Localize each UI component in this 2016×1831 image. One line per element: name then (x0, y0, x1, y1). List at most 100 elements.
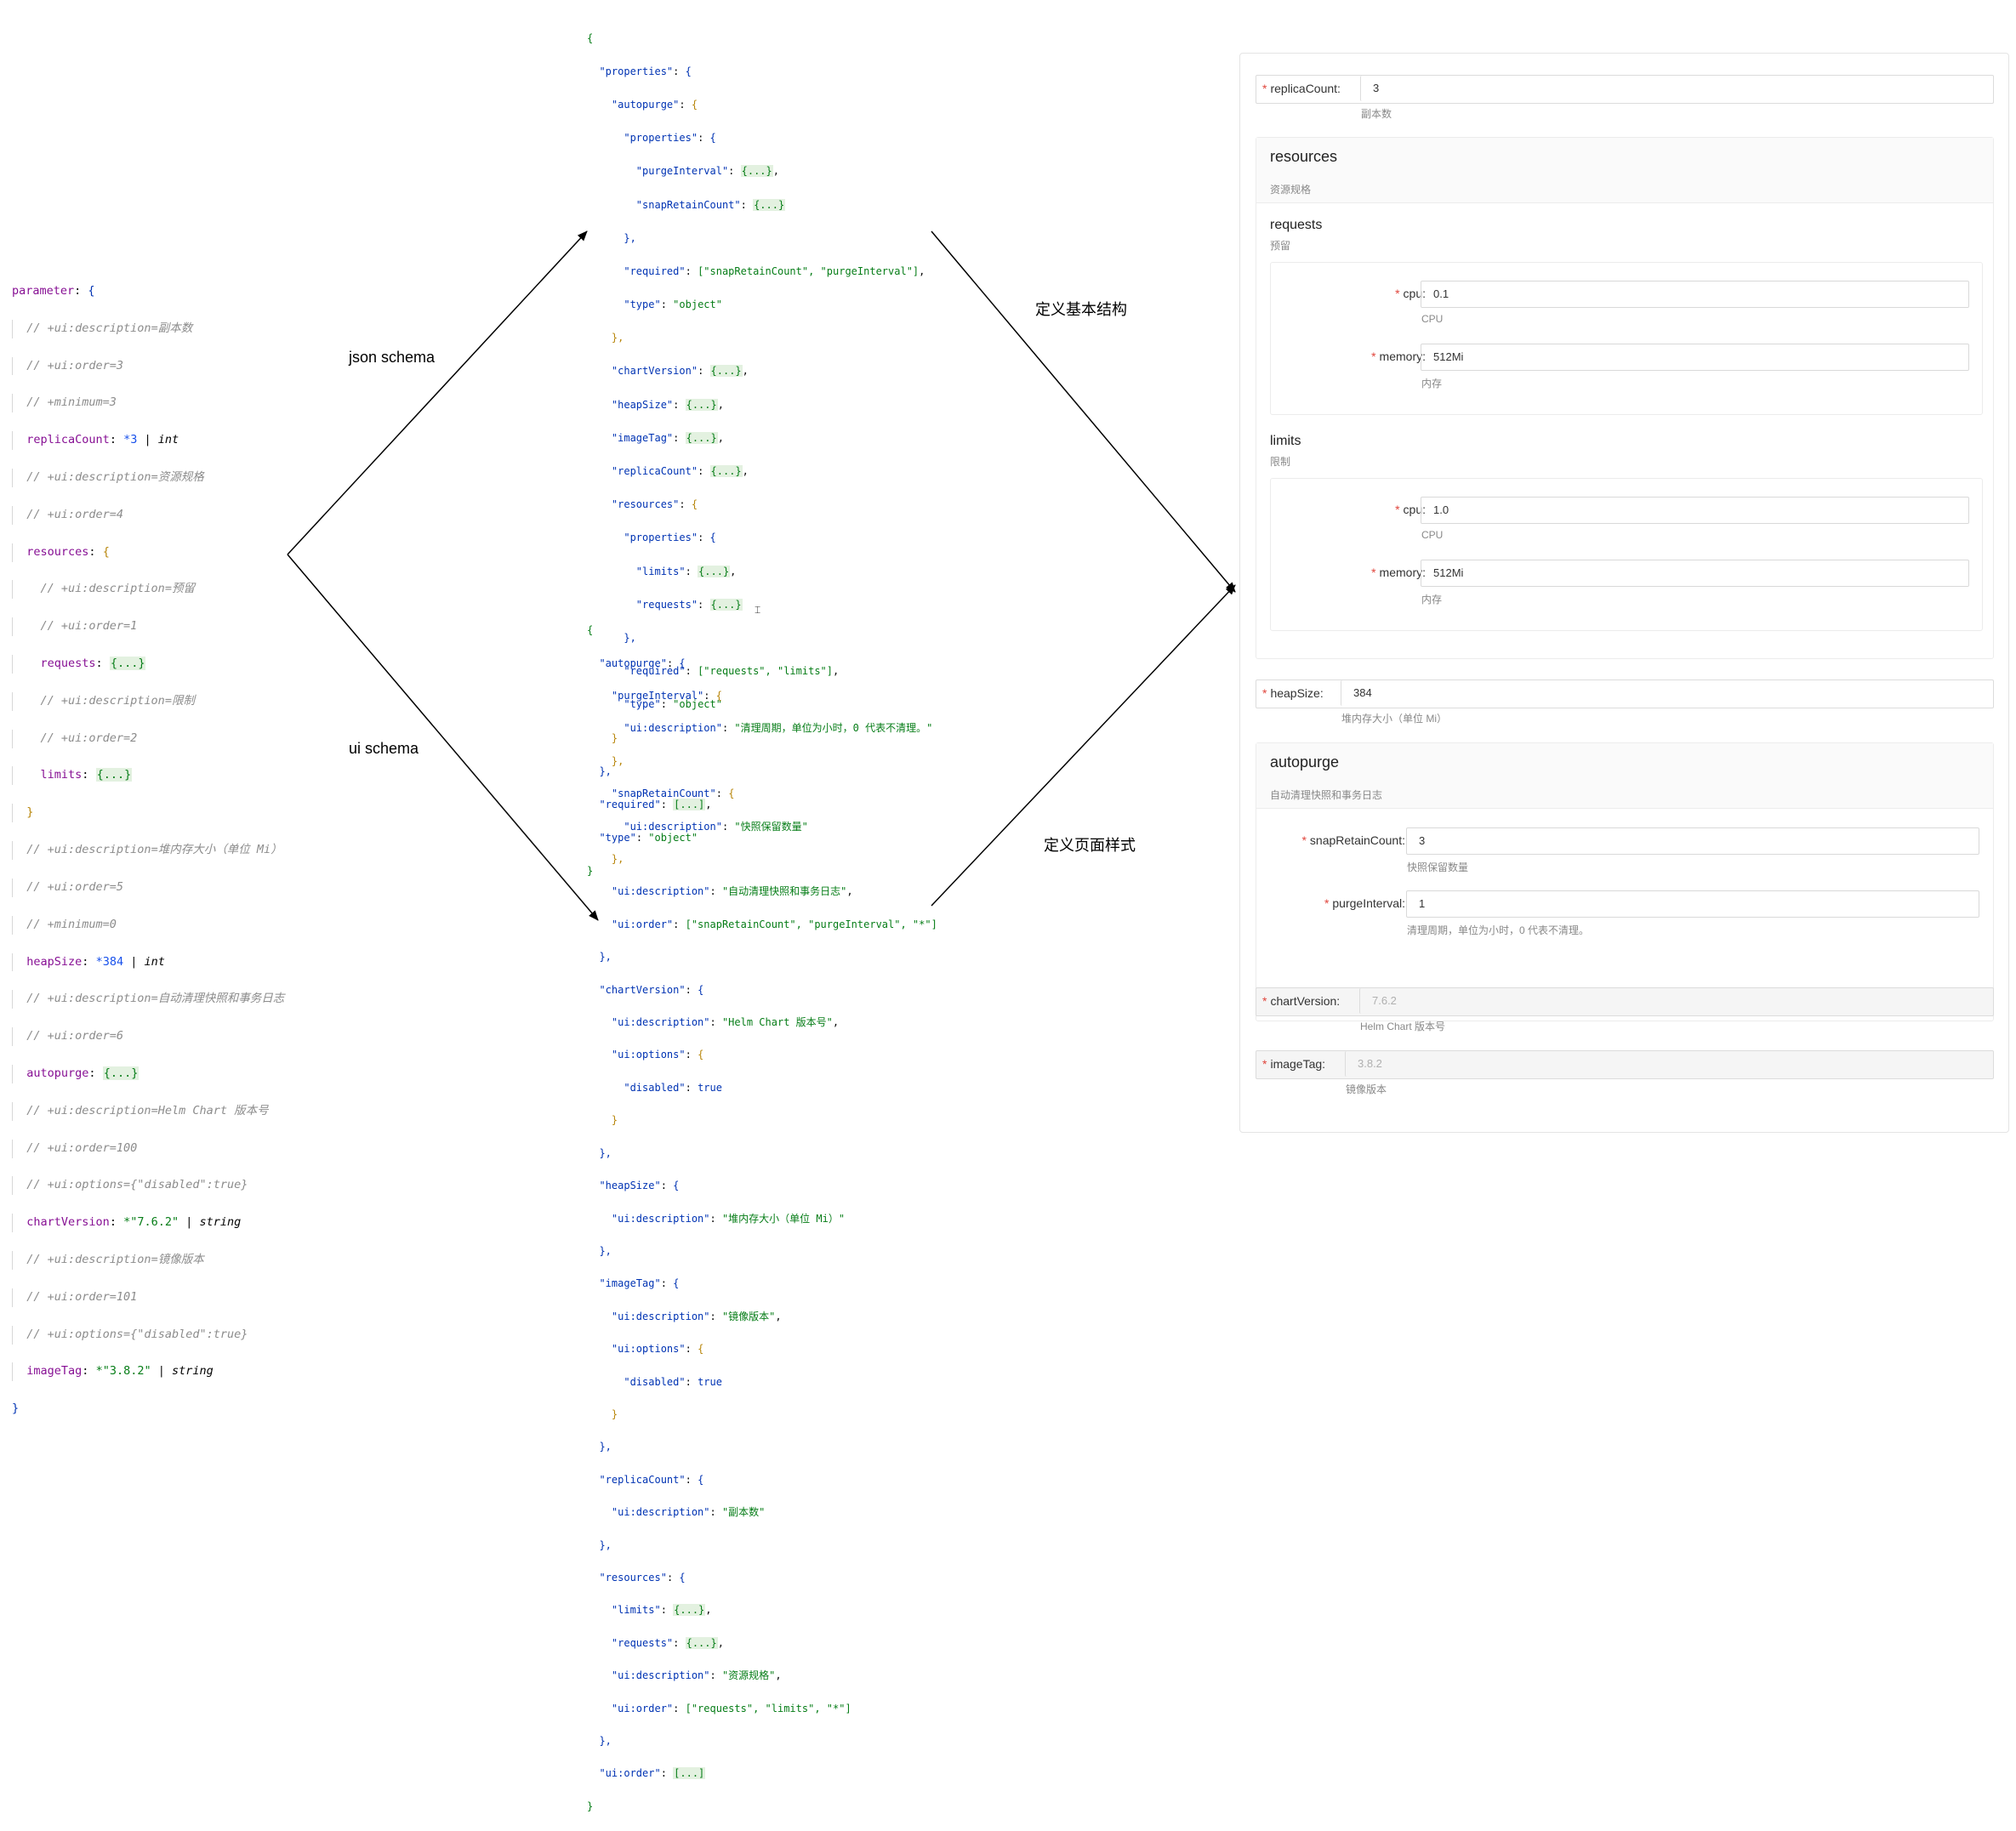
section-autopurge: autopurge 自动清理快照和事务日志 * snapRetainCount: … (1256, 742, 1994, 1021)
requests-cpu-input[interactable]: 0.1 (1421, 281, 1969, 308)
image-tag-label: * imageTag: (1262, 1050, 1325, 1078)
label-text: heapSize: (1270, 686, 1324, 700)
purge-interval-label: * purgeInterval: (1270, 890, 1405, 917)
ui-key: "imageTag" (599, 1277, 661, 1290)
label-text: memory: (1379, 350, 1426, 363)
replica-count-input[interactable]: 3 (1360, 76, 1993, 101)
replica-count-help: 副本数 (1361, 108, 1392, 120)
ui-key: "ui:description" (611, 1669, 710, 1682)
autopurge-desc: 自动清理快照和事务日志 (1270, 789, 1383, 801)
field-heap-size: * heapSize: 384 堆内存大小（单位 Mi） (1256, 680, 1994, 725)
snap-retain-count-help: 快照保留数量 (1407, 861, 1469, 873)
requests-memory-input[interactable]: 512Mi (1421, 344, 1969, 371)
image-tag-help: 镜像版本 (1346, 1083, 1387, 1095)
resources-title: resources (1270, 148, 1338, 165)
code-comment: // +ui:order=101 (26, 1289, 138, 1304)
replica-count-label: * replicaCount: (1262, 75, 1341, 102)
arrow-style-to-form (931, 584, 1236, 907)
section-resources: resources 资源规格 requests 预留 * cpu: 0.1 CPU… (1256, 137, 1994, 659)
limits-memory-input[interactable]: 512Mi (1421, 560, 1969, 587)
label-text: replicaCount: (1270, 82, 1341, 95)
rendered-form-panel: * replicaCount: 3 副本数 resources 资源规格 requ… (1239, 53, 2009, 1133)
ui-key: "resources" (599, 1571, 667, 1584)
required-mark: * (1262, 994, 1267, 1008)
arrow-to-json-schema (287, 230, 588, 555)
required-mark: * (1395, 287, 1400, 300)
ui-value: "副本数" (721, 1506, 766, 1519)
required-mark: * (1324, 896, 1330, 910)
required-mark: * (1262, 82, 1267, 95)
limits-memory-help: 内存 (1421, 594, 1443, 606)
required-mark: * (1371, 350, 1376, 363)
requests-cpu-label: * cpu: (1339, 280, 1426, 307)
code-value: *"7.6.2" (123, 1215, 179, 1230)
ui-key: "ui:description" (611, 1310, 710, 1322)
ui-fold[interactable]: {...} (685, 1636, 718, 1649)
code-type: string (171, 1364, 214, 1379)
ui-value: true (698, 1375, 722, 1388)
label-text: memory: (1379, 566, 1426, 579)
label-text: chartVersion: (1270, 994, 1341, 1008)
ui-key: "ui:order" (599, 1767, 661, 1780)
field-replica-count: * replicaCount: 3 副本数 (1256, 75, 1994, 120)
ui-key: "disabled" (624, 1375, 686, 1388)
limits-title: limits (1270, 434, 1301, 448)
arrow-to-ui-schema (287, 554, 599, 921)
code-key: imageTag (26, 1364, 83, 1379)
ui-key: "ui:description" (611, 1506, 710, 1519)
limits-cpu-label: * cpu: (1339, 496, 1426, 523)
code-value: *"3.8.2" (95, 1364, 151, 1379)
label-define-structure: 定义基本结构 (1035, 301, 1127, 318)
arrow-structure-to-form (931, 230, 1236, 593)
required-mark: * (1395, 503, 1400, 516)
requests-desc: 预留 (1270, 240, 1291, 252)
label-text: snapRetainCount: (1309, 833, 1405, 847)
requests-cpu-help: CPU (1421, 313, 1444, 325)
ui-fold[interactable]: {...} (673, 1604, 706, 1617)
label-json-schema: json schema (349, 349, 436, 366)
purge-interval-input[interactable]: 1 (1406, 890, 1979, 918)
required-mark: * (1262, 1057, 1267, 1071)
requests-memory-label: * memory: (1305, 343, 1426, 370)
ui-key: "replicaCount" (599, 1473, 686, 1486)
ui-key: "ui:order" (611, 1702, 674, 1714)
required-mark: * (1301, 833, 1307, 847)
limits-desc: 限制 (1270, 456, 1291, 468)
ui-key: "ui:options" (611, 1343, 686, 1356)
heap-size-help: 堆内存大小（单位 Mi） (1341, 713, 1447, 725)
limits-memory-label: * memory: (1305, 559, 1426, 586)
section-header: resources 资源规格 (1256, 138, 1993, 203)
image-tag-input: 3.8.2 (1345, 1051, 1993, 1077)
ui-value: "堆内存大小（单位 Mi）" (721, 1212, 846, 1225)
code-type: string (199, 1215, 242, 1230)
requests-title: requests (1270, 218, 1323, 232)
label-text: purgeInterval: (1332, 896, 1405, 910)
chart-version-help: Helm Chart 版本号 (1360, 1021, 1446, 1032)
heap-size-label: * heapSize: (1262, 680, 1324, 707)
ui-value: "镜像版本" (721, 1310, 776, 1322)
limits-cpu-input[interactable]: 1.0 (1421, 497, 1969, 524)
requests-memory-help: 内存 (1421, 378, 1443, 390)
ui-key: "requests" (611, 1636, 674, 1649)
ui-key: "ui:description" (611, 1212, 710, 1225)
ui-fold[interactable]: [...] (673, 1767, 706, 1780)
required-mark: * (1262, 686, 1267, 700)
chart-version-label: * chartVersion: (1262, 987, 1340, 1015)
chart-version-input: 7.6.2 (1359, 988, 1993, 1014)
purge-interval-help: 清理周期，单位为小时，0 代表不清理。 (1407, 924, 1590, 936)
autopurge-title: autopurge (1270, 753, 1340, 770)
label-ui-schema: ui schema (349, 740, 419, 757)
requests-box: * cpu: 0.1 CPU * memory: 512Mi 内存 (1270, 262, 1983, 415)
code-comment: // +ui:description=镜像版本 (26, 1253, 204, 1267)
ui-value: "资源规格" (721, 1669, 776, 1682)
section-header: autopurge 自动清理快照和事务日志 (1256, 743, 1993, 809)
ui-value: ["requests", "limits", "*"] (685, 1702, 851, 1714)
snap-retain-count-input[interactable]: 3 (1406, 827, 1979, 855)
resources-desc: 资源规格 (1270, 184, 1312, 196)
heap-size-input[interactable]: 384 (1341, 680, 1993, 706)
limits-box: * cpu: 1.0 CPU * memory: 512Mi 内存 (1270, 478, 1983, 631)
code-key: chartVersion (26, 1215, 110, 1230)
label-text: imageTag: (1270, 1057, 1326, 1071)
code-comment: // +ui:options={"disabled":true} (26, 1327, 248, 1341)
limits-cpu-help: CPU (1421, 529, 1444, 541)
